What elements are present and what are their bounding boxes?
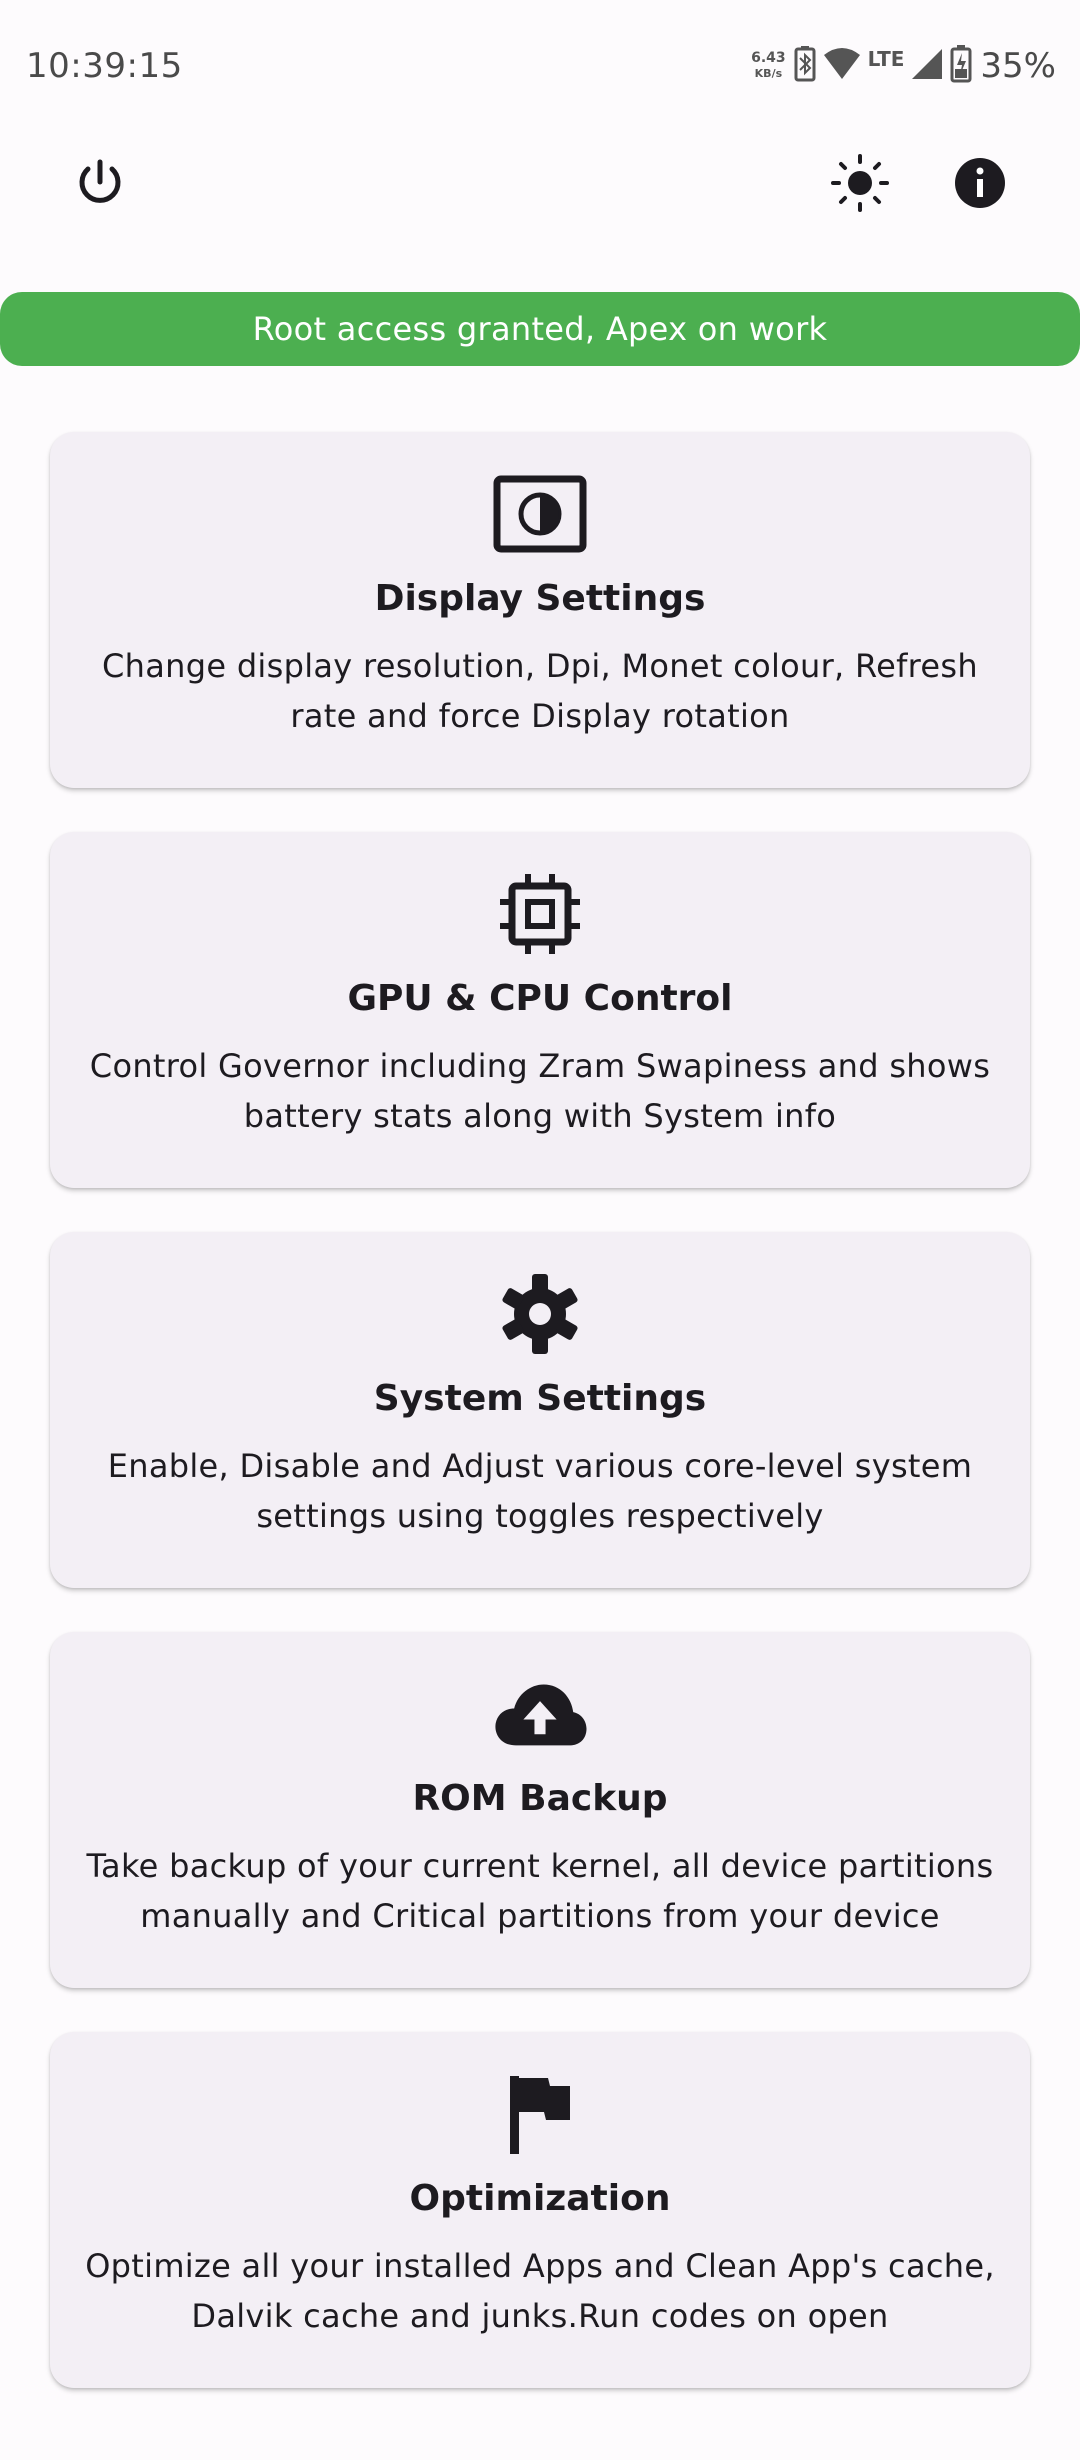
wifi-icon — [822, 47, 862, 85]
card-title: Display Settings — [374, 578, 706, 619]
card-optimization[interactable]: Optimization Optimize all your installed… — [50, 2032, 1030, 2388]
flag-icon — [492, 2066, 588, 2162]
battery-icon — [950, 45, 972, 87]
card-description: Control Governor including Zram Swapines… — [89, 1047, 991, 1135]
bluetooth-battery-icon — [794, 46, 816, 86]
card-title: ROM Backup — [412, 1778, 668, 1819]
network-type: LTE — [867, 47, 905, 71]
status-time: 10:39:15 — [26, 46, 183, 86]
card-gpu-cpu-control[interactable]: GPU & CPU Control Control Governor inclu… — [50, 832, 1030, 1188]
card-title: System Settings — [373, 1378, 707, 1419]
network-speed-unit: KB/s — [754, 67, 783, 80]
chip-icon — [492, 866, 588, 962]
info-button[interactable] — [932, 137, 1028, 233]
card-description: Change display resolution, Dpi, Monet co… — [102, 647, 978, 735]
card-title: GPU & CPU Control — [347, 978, 733, 1019]
root-status-banner: Root access granted, Apex on work — [0, 292, 1080, 366]
gear-icon — [492, 1266, 588, 1362]
brightness-icon — [830, 153, 890, 217]
network-speed: 6.43 KB/s — [751, 51, 786, 81]
status-icons: 6.43 KB/s LTE 35% — [751, 44, 1056, 88]
display-settings-icon — [492, 466, 588, 562]
status-bar: 10:39:15 6.43 KB/s LTE 35% — [0, 0, 1080, 130]
card-description: Optimize all your installed Apps and Cle… — [85, 2247, 995, 2335]
top-app-bar — [0, 130, 1080, 240]
info-icon — [954, 157, 1006, 213]
card-description: Take backup of your current kernel, all … — [86, 1847, 994, 1935]
power-button[interactable] — [52, 137, 148, 233]
card-system-settings[interactable]: System Settings Enable, Disable and Adju… — [50, 1232, 1030, 1588]
card-display-settings[interactable]: Display Settings Change display resoluti… — [50, 432, 1030, 788]
network-speed-value: 6.43 — [751, 50, 786, 66]
signal-icon — [910, 47, 944, 85]
battery-percent: 35% — [980, 46, 1056, 86]
card-description: Enable, Disable and Adjust various core-… — [107, 1447, 973, 1535]
feature-cards: Display Settings Change display resoluti… — [50, 432, 1030, 2432]
card-rom-backup[interactable]: ROM Backup Take backup of your current k… — [50, 1632, 1030, 1988]
theme-toggle-button[interactable] — [812, 137, 908, 233]
power-icon — [74, 157, 126, 213]
card-title: Optimization — [409, 2178, 671, 2219]
cloud-upload-icon — [492, 1666, 588, 1762]
